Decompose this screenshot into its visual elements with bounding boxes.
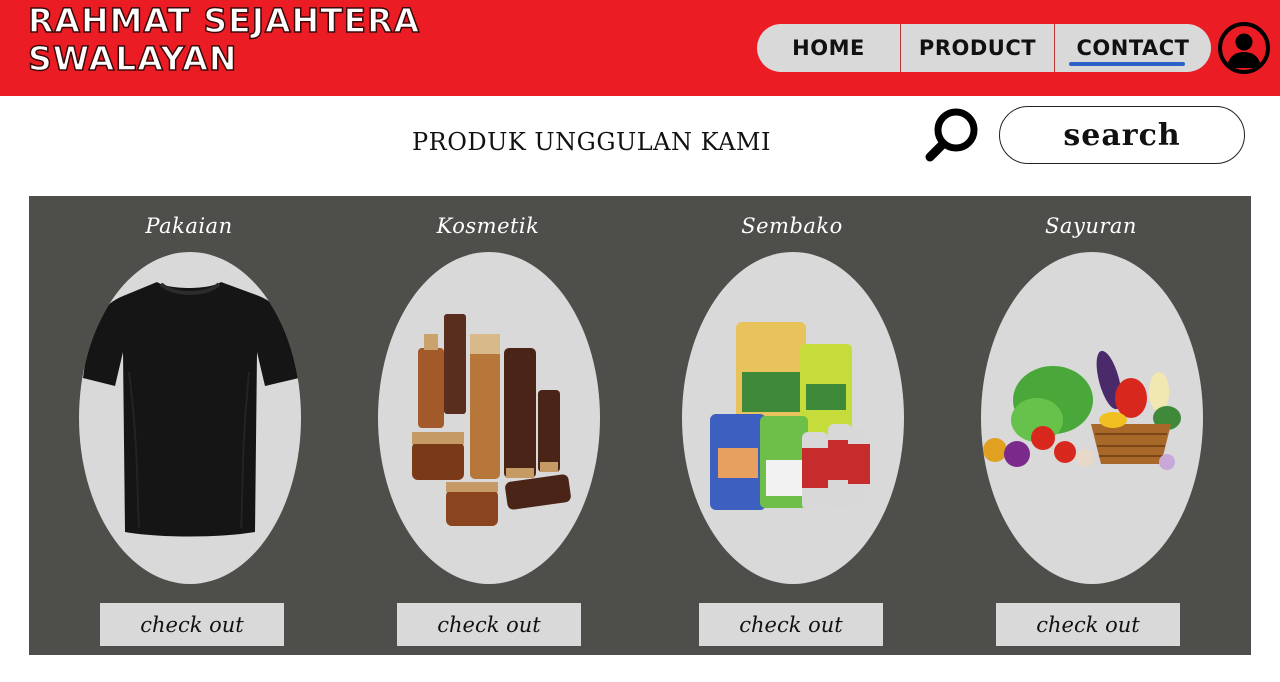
nav-contact[interactable]: CONTACT bbox=[1055, 24, 1211, 72]
product-title: Kosmetik bbox=[436, 214, 540, 238]
search-label: search bbox=[1063, 117, 1181, 153]
grocery-staples-image bbox=[710, 322, 870, 510]
product-card-sembako: Sembako check out bbox=[672, 196, 912, 655]
top-header: RAHMAT SEJAHTERA SWALAYAN HOME PRODUCT C… bbox=[0, 0, 1280, 96]
section-title: PRODUK UNGGULAN KAMI bbox=[412, 128, 771, 156]
product-panel: Pakaian check out Kosmetik check out Sem… bbox=[29, 196, 1251, 655]
checkout-button-sembako[interactable]: check out bbox=[699, 603, 883, 646]
user-account-icon[interactable] bbox=[1218, 22, 1270, 74]
product-card-kosmetik: Kosmetik check out bbox=[368, 196, 608, 655]
checkout-button-pakaian[interactable]: check out bbox=[100, 603, 284, 646]
checkout-button-kosmetik[interactable]: check out bbox=[397, 603, 581, 646]
product-card-sayuran: Sayuran check out bbox=[971, 196, 1211, 655]
search-input[interactable]: search bbox=[999, 106, 1245, 164]
checkout-button-sayuran[interactable]: check out bbox=[996, 603, 1180, 646]
cosmetic-products-image bbox=[412, 314, 571, 526]
product-title: Pakaian bbox=[145, 214, 233, 238]
active-nav-indicator bbox=[1069, 62, 1185, 66]
search-icon[interactable] bbox=[922, 104, 984, 166]
product-image-frame bbox=[682, 252, 904, 584]
user-silhouette-icon bbox=[1227, 33, 1261, 68]
brand-name-line-2: SWALAYAN bbox=[27, 39, 238, 79]
nav-product[interactable]: PRODUCT bbox=[901, 24, 1055, 72]
product-title: Sayuran bbox=[1045, 214, 1137, 238]
main-nav: HOME PRODUCT CONTACT bbox=[757, 24, 1211, 72]
nav-home[interactable]: HOME bbox=[757, 24, 901, 72]
brand-name-line-1: RAHMAT SEJAHTERA bbox=[27, 1, 421, 41]
brand-logo[interactable]: RAHMAT SEJAHTERA SWALAYAN bbox=[27, 1, 448, 79]
black-tshirt-image bbox=[83, 282, 299, 537]
vegetable-basket-image bbox=[983, 350, 1181, 470]
product-image-frame bbox=[79, 252, 301, 584]
product-image-frame bbox=[378, 252, 600, 584]
product-card-pakaian: Pakaian check out bbox=[69, 196, 309, 655]
nav-contact-label: CONTACT bbox=[1076, 36, 1190, 60]
product-image-frame bbox=[981, 252, 1203, 584]
product-title: Sembako bbox=[741, 214, 843, 238]
